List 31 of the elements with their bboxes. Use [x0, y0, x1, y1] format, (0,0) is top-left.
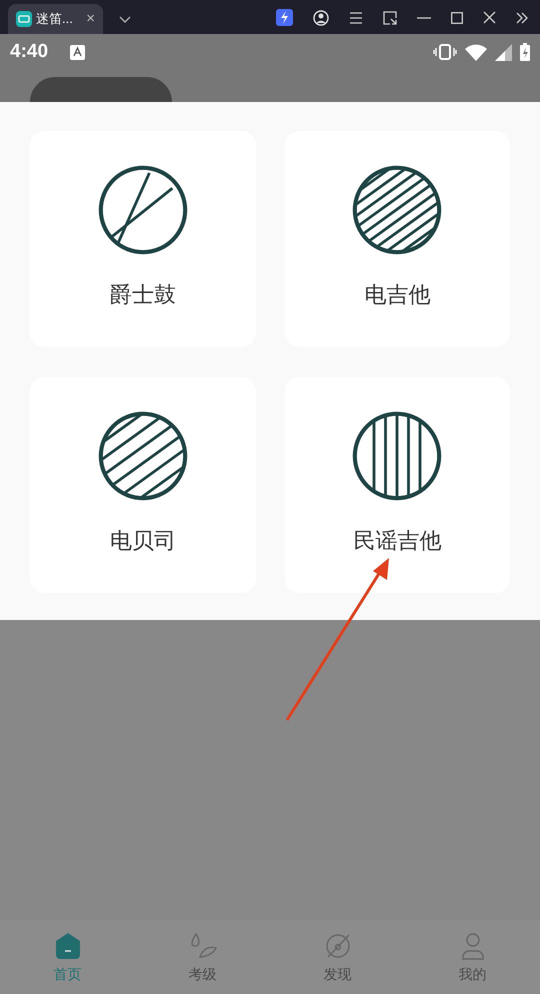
signal-icon [495, 44, 512, 60]
minimize-icon[interactable] [417, 16, 431, 18]
lightning-icon[interactable] [276, 9, 293, 26]
keyboard-indicator-icon [70, 44, 86, 60]
menu-icon[interactable] [349, 12, 363, 24]
hatched-circle-icon [96, 410, 189, 502]
battery-icon [520, 43, 530, 61]
hatched-circle-icon [351, 164, 444, 256]
instrument-card[interactable]: 民谣吉他 [284, 377, 510, 593]
instrument-label: 电吉他 [364, 281, 430, 309]
browser-tab[interactable]: 迷笛... × [8, 4, 103, 34]
vibrate-icon [433, 44, 457, 60]
account-icon[interactable] [313, 10, 329, 26]
status-time: 4:40 [10, 40, 48, 64]
instrument-card[interactable]: 爵士鼓 [30, 131, 256, 347]
instrument-card[interactable]: 电贝司 [30, 377, 256, 593]
instrument-label: 电贝司 [110, 527, 176, 555]
window-resize-icon[interactable] [383, 10, 397, 24]
tab-title: 迷笛... [36, 10, 73, 28]
close-tab-button[interactable]: × [86, 8, 95, 30]
close-icon[interactable] [483, 11, 496, 24]
hatched-circle-icon [351, 410, 444, 502]
instrument-card[interactable]: 电吉他 [284, 131, 510, 347]
app-icon [16, 11, 32, 27]
hatched-circle-icon [96, 164, 189, 256]
instrument-label: 爵士鼓 [110, 281, 176, 309]
chevron-down-icon[interactable] [119, 16, 131, 24]
double-chevron-icon[interactable] [516, 12, 528, 24]
maximize-icon[interactable] [451, 12, 463, 24]
instrument-label: 民谣吉他 [353, 527, 442, 555]
wifi-icon [465, 44, 487, 60]
